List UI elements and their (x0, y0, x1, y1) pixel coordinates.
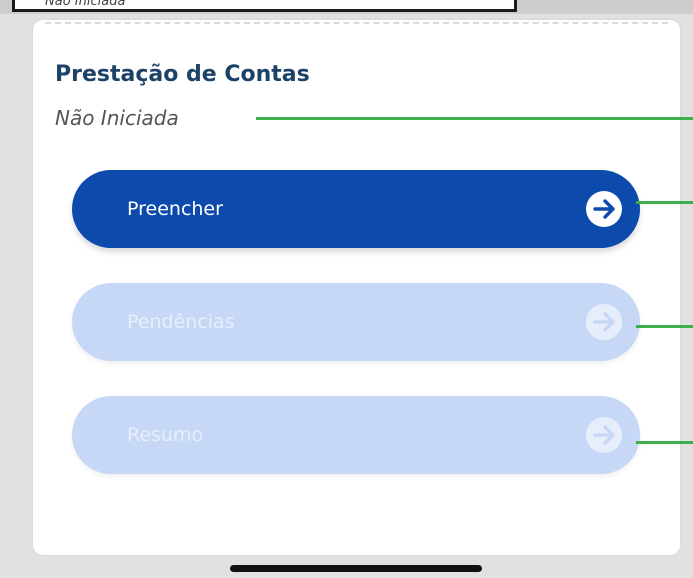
annotation-line-resumo (636, 441, 693, 444)
prestacao-card: Prestação de Contas Não Iniciada Preench… (33, 20, 680, 555)
resumo-button[interactable]: Resumo (72, 396, 640, 474)
arrow-right-circle-icon (586, 191, 622, 227)
previous-card: Não Iniciada (12, 0, 517, 12)
pendencias-button-label: Pendências (127, 311, 235, 333)
perforated-edge (45, 22, 668, 24)
preencher-button[interactable]: Preencher (72, 170, 640, 248)
resumo-button-label: Resumo (127, 424, 204, 446)
pendencias-button[interactable]: Pendências (72, 283, 640, 361)
preencher-button-label: Preencher (127, 198, 223, 220)
annotation-line-status (256, 117, 693, 120)
home-indicator (230, 565, 482, 572)
card-title: Prestação de Contas (55, 62, 310, 87)
arrow-right-circle-icon (586, 304, 622, 340)
annotation-line-preencher (636, 201, 693, 204)
previous-card-status: Não Iniciada (45, 0, 126, 9)
annotation-line-pendencias (636, 325, 693, 328)
arrow-right-circle-icon (586, 417, 622, 453)
status-text: Não Iniciada (55, 106, 179, 130)
